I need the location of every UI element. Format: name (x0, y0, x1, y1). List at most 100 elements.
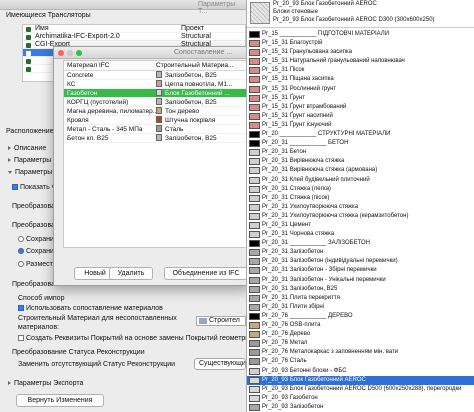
material-list-item[interactable]: Pr_15_31 Ґрунт втрамбований (247, 103, 474, 112)
show-checkbox[interactable]: Показать Ф (12, 184, 57, 191)
translator-icon (26, 34, 31, 40)
material-swatch-icon (249, 258, 260, 266)
translator-row[interactable]: Имя Проект (23, 25, 245, 33)
create-props-checkbox[interactable]: Создать Реквизиты Покрытий на основе зам… (18, 335, 253, 342)
hatch-preview-icon (250, 2, 270, 24)
material-list-label: Pr_15_31 Ґрунт насипний (262, 112, 333, 119)
use-match-checkbox[interactable]: Использовать сопоставление материалов (18, 305, 163, 312)
material-list-item[interactable]: Pr_20_76 Сталь (247, 357, 474, 366)
material-list-item[interactable]: Pr_20_93 Блок Газобетонний AEROC D500 (6… (247, 385, 474, 394)
material-list-item[interactable]: Pr_20_31 Залізобетон, В25 (247, 285, 474, 294)
description-group[interactable]: Описание (8, 145, 46, 152)
material-swatch-icon (249, 58, 260, 66)
mapping-row[interactable]: Метал - Сталь - 345 МПа Сталь (64, 125, 248, 134)
close-window-icon[interactable] (58, 50, 64, 56)
material-list-item[interactable]: Pr_15_31 Ґрунт існуючий (247, 121, 474, 130)
material-list-item[interactable]: Pr_20_76 Метал (247, 339, 474, 348)
material-list-item[interactable]: Pr_15_31 Ґрунт насипний (247, 112, 474, 121)
struct-material-name: Залізобетон, В25 (165, 99, 217, 106)
params-group-2[interactable]: Параметры (8, 169, 52, 176)
material-list-item[interactable]: Pr_20_31 Цемент (247, 221, 474, 230)
material-list-item[interactable]: Pr_20_76 ___________ ДЕРЕВО (247, 312, 474, 321)
struct-material-name: Сталь (165, 126, 184, 133)
ifc-material-name: Магна деревина, пиломатер... (67, 108, 159, 115)
minimize-window-icon[interactable] (67, 50, 73, 56)
material-list-item[interactable]: Pr_15_31 Піщана засипка (247, 75, 474, 84)
material-swatch-icon (249, 358, 260, 366)
material-list-item[interactable]: Pr_20_31 ___________ БЕТОН (247, 139, 474, 148)
material-list-item[interactable]: Pr_15_31 Пісок (247, 66, 474, 75)
material-list-item[interactable]: Pr_20_31 Вирівнююча стяжка (247, 157, 474, 166)
ifc-material-name: Газобетон (67, 90, 98, 97)
material-list-label: Pr_20_31 Стяжка (пісок) (262, 194, 330, 201)
transform-label-1: Преобразован (12, 203, 59, 210)
material-swatch-icon (249, 322, 260, 330)
material-list-label: Pr_20_93 Блок Газобетонний AEROC D500 (6… (262, 385, 462, 392)
material-list-item[interactable]: Pr_20_31 Ухилоутворююча стяжка (керамзит… (247, 212, 474, 221)
material-list-item[interactable]: Pr_20_31 Стяжка (пісок) (247, 194, 474, 203)
material-swatch-icon (249, 367, 260, 375)
ifc-material-name: КС (67, 81, 76, 88)
recon-status-select[interactable]: Существующи (194, 358, 246, 370)
material-list-label: Pr_20_93 Бетонні блоки - ФБС (262, 367, 347, 374)
material-list-item[interactable]: Pr_15_31 Ґрунт (247, 94, 474, 103)
struct-material-field[interactable]: Строител (196, 316, 246, 326)
material-list-item[interactable]: Pr_20_31 Чорнова стяжка (247, 230, 474, 239)
material-swatch-icon (249, 212, 260, 220)
radio-selected-icon (18, 248, 24, 255)
mapping-row[interactable]: Газобетон Блок Газобетонний ... (64, 89, 248, 98)
export-params-group[interactable]: Параметры Экспорта (8, 380, 83, 387)
save-radio-2[interactable]: Сохранит (18, 248, 57, 255)
material-list-item[interactable]: Pr_20_31 Залізобетон (індивідуальні пере… (247, 257, 474, 266)
material-list-item[interactable]: Pr_20_31 Бетон (247, 148, 474, 157)
material-dropdown-list[interactable]: Pr_20_93 Блок Газобетонний AEROC Блоки с… (246, 0, 474, 412)
material-list-label: Pr_15_31 Пісок (262, 67, 305, 74)
mapping-row[interactable]: Concrete Залізобетон, В25 (64, 71, 248, 80)
material-list-item[interactable]: Pr_15_31 Гранульована засипка (247, 48, 474, 57)
material-list-item[interactable]: Pr_20_31 Стяжка (легка) (247, 185, 474, 194)
delete-button[interactable]: Удалить (109, 267, 153, 280)
mapping-row[interactable]: Магна деревина, пиломатер... Тон дерево (64, 107, 248, 116)
material-list-item[interactable]: Pr_20_31 Вирівнююча стяжка (армована) (247, 166, 474, 175)
material-list-item[interactable]: Pr_15 ___________ ПІДГОТОВЧІ МАТЕРІАЛИ (247, 30, 474, 39)
material-list-label: Pr_20_31 Чорнова стяжка (262, 231, 335, 238)
material-list-item[interactable]: Pr_20_76 Дерево (247, 330, 474, 339)
match-from-ifc-button[interactable]: Объединение из IFC (164, 267, 248, 280)
zoom-window-icon[interactable] (76, 50, 82, 56)
mapping-row[interactable]: Кровля Штучна покрівля (64, 116, 248, 125)
material-list-item[interactable]: Pr_20_31 ___________ ЗАЛІЗОБЕТОН (247, 239, 474, 248)
material-swatch-icon (249, 31, 260, 38)
radio-icon (18, 236, 24, 243)
material-list-item[interactable]: Pr_20_31 Плити збірні (247, 303, 474, 312)
material-list-item[interactable]: Pr_20_31 Залізобетон - Унікальні перемич… (247, 276, 474, 285)
mapping-row[interactable]: КС Цегла повнотіла, М1... (64, 80, 248, 89)
material-swatch-icon (156, 107, 162, 114)
material-list-item[interactable]: Pr_20_31 Ухилоутворююча стяжка (247, 203, 474, 212)
material-list-item[interactable]: Pr_20_76 OSB-плита (247, 321, 474, 330)
mapping-row[interactable]: КОРГЦ (пустотелий) Залізобетон, В25 (64, 98, 248, 107)
material-list-item[interactable]: Pr_20_76 Металокаркас з заповненням мін.… (247, 348, 474, 357)
material-mapping-table[interactable]: Материал IFC Строительный Материа... Concr… (63, 60, 249, 248)
material-list-item[interactable]: Pr_20_31 Залізобетон (247, 248, 474, 257)
material-swatch-icon (249, 312, 260, 320)
material-list-item[interactable]: Pr_20_93 Бетонні блоки - ФБС (247, 367, 474, 376)
preview-line-3: Pr_20_93 Блок Газобетонний AEROC D300 (3… (273, 17, 435, 23)
revert-changes-button[interactable]: Вернуть Изменения (16, 394, 104, 407)
material-swatch-icon (249, 94, 260, 102)
material-list-item[interactable]: Pr_15_31 Благоустрій (247, 39, 474, 48)
material-list-item[interactable]: Pr_15_31 Натуральний гранульований напов… (247, 57, 474, 66)
save-radio-1[interactable]: Сохранит (18, 236, 57, 243)
material-list-item[interactable]: Pr_20_93 Блок Газобетонний AEROC (247, 375, 474, 385)
material-list-item[interactable]: Pr_20_31 Залізобетон - Збірні перемички (247, 266, 474, 275)
material-list-item[interactable]: Pr_20_93 Залізобетон (247, 403, 474, 412)
material-list-item[interactable]: Pr_20_31 Клей будівельний плиточний (247, 176, 474, 185)
material-list-item[interactable]: Pr_20_93 Газобетон (247, 394, 474, 403)
material-list-label: Pr_20_76 Дерево (262, 331, 311, 338)
params-group-1[interactable]: Параметры (8, 157, 51, 164)
mapping-row[interactable]: Бетон кл. В25 Залізобетон, В25 (64, 134, 248, 143)
material-list-label: Pr_20_76 OSB-плита (262, 322, 321, 329)
translator-row[interactable]: Archimatika-IFC-Export-2.0 Structural (23, 33, 245, 41)
material-list-item[interactable]: Pr_20 ___________ СТРУКТУРНІ МАТЕРІАЛИ (247, 130, 474, 139)
material-list-item[interactable]: Pr_20_31 Плита перекриття (247, 294, 474, 303)
material-list-item[interactable]: Pr_15_31 Рослинний грунт (247, 85, 474, 94)
